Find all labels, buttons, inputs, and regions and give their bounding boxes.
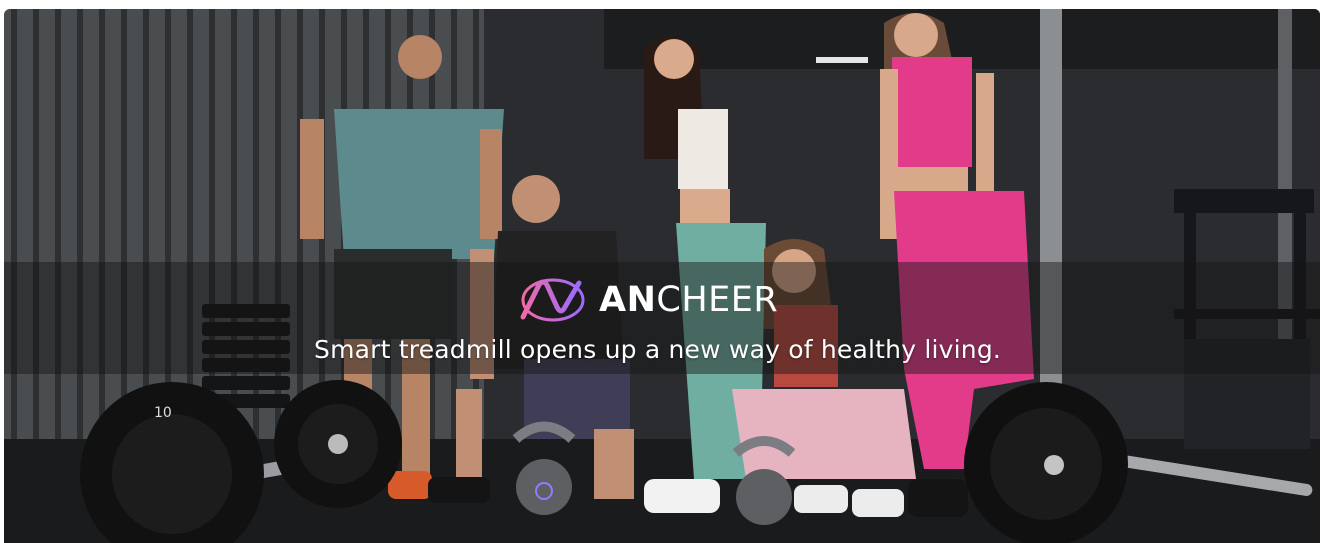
tagline: Smart treadmill opens up a new way of he… (314, 335, 1002, 364)
steel-column (1040, 9, 1062, 439)
brand-suffix: CHEER (656, 279, 779, 320)
brand-name: ANCHEER (599, 279, 779, 320)
brand-lockup: ANCHEER (519, 277, 778, 323)
hero-banner: 10 ANCHEER Smart treadmill opens up a ne… (4, 9, 1320, 543)
ancheer-logo-icon (520, 278, 585, 322)
brand-prefix: AN (599, 279, 657, 320)
ceiling-light (816, 57, 868, 63)
plate-label: 10 (154, 405, 172, 421)
